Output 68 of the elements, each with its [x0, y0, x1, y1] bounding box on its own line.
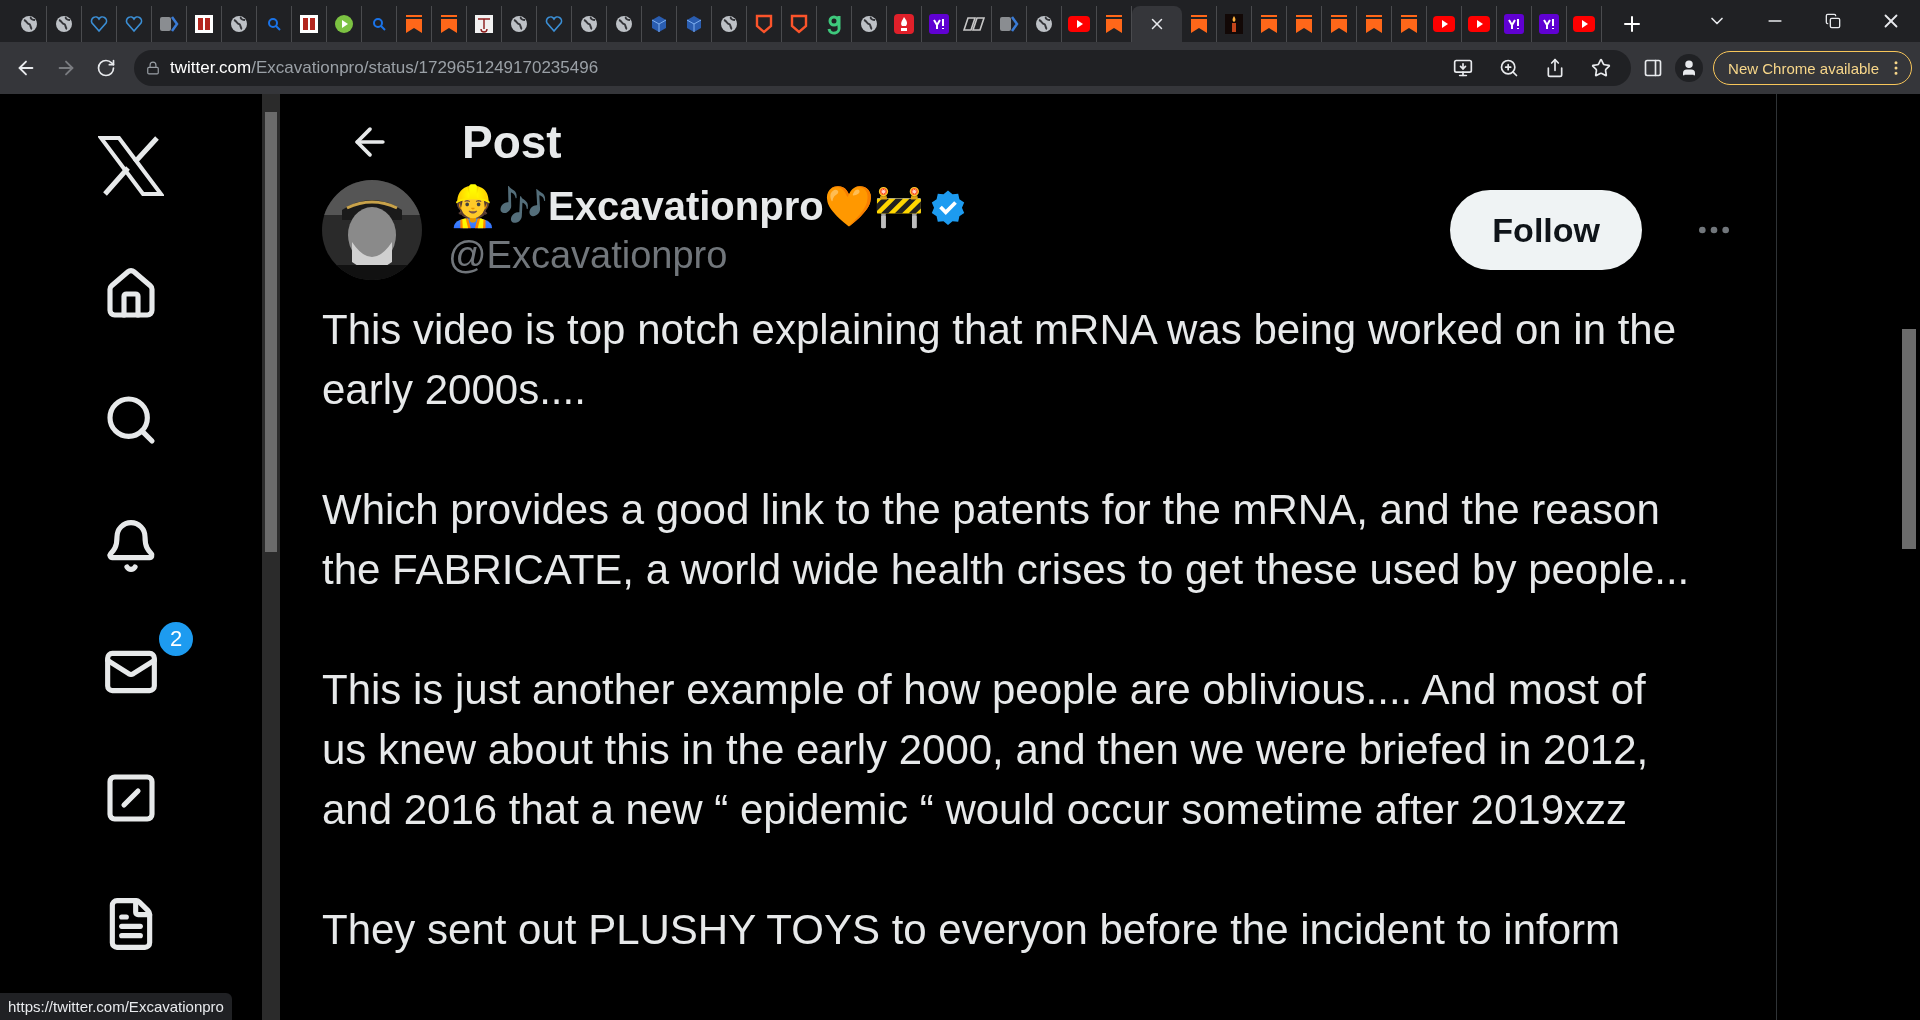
search-icon: [267, 17, 281, 31]
url-text: twitter.com/Excavationpro/status/1729651249170235496: [170, 58, 599, 78]
candle-icon: [1225, 14, 1243, 34]
cube-icon: [685, 15, 703, 33]
video-icon: [1573, 16, 1595, 32]
heart-icon: [90, 15, 108, 33]
bookmark-icon: [1105, 14, 1123, 34]
restore-icon[interactable]: [1825, 13, 1841, 29]
double-bar-icon: [300, 15, 318, 33]
post-paragraph: Which provides a good link to the patents for the mRNA, and the reason the FABRICATE, a world wide health crises to get these used by people...: [322, 485, 1691, 595]
reload-icon[interactable]: [96, 58, 116, 78]
globe-icon: [580, 15, 598, 33]
lock-icon: [146, 61, 160, 75]
globe-icon: [720, 15, 738, 33]
tag-icon: [159, 15, 179, 33]
cube-icon: [650, 15, 668, 33]
address-bar[interactable]: twitter.com/Excavationpro/status/1729651249170235496: [134, 50, 1632, 86]
post-paragraph: This is just another example of how people are oblivious.... And most of us knew about this in the early 2000, and then we were briefed in 2012, and 2016 that a new “ epidemic “ would occur sometime after 2019xzz: [322, 665, 1650, 835]
heart-icon: [125, 15, 143, 33]
double-bar-icon: [195, 15, 213, 33]
heart-icon: [545, 15, 563, 33]
globe-icon: [55, 15, 73, 33]
post-paragraph: This video is top notch explaining that mRNA was being worked on in the early 2000s....: [322, 305, 1678, 415]
unread-badge: 2: [157, 620, 195, 658]
flame-icon: [894, 14, 914, 34]
bookmark-icon: [1330, 14, 1348, 34]
share-icon[interactable]: [1545, 58, 1566, 78]
x-logo-icon[interactable]: [98, 136, 164, 196]
author-name[interactable]: 👷🎶Excavationpro🧡🚧: [448, 183, 924, 230]
update-button[interactable]: New Chrome available: [1713, 51, 1912, 85]
globe-icon: [615, 15, 633, 33]
bookmark-icon: [1295, 14, 1313, 34]
bookmark-icon: [1190, 14, 1208, 34]
globe-icon: [510, 15, 528, 33]
star-icon[interactable]: [1591, 58, 1612, 78]
slant-icon: [963, 16, 985, 32]
author-handle[interactable]: @Excavationpro: [448, 234, 1425, 277]
globe-icon: [860, 15, 878, 33]
shield-icon: [755, 14, 773, 34]
globe-icon: [230, 15, 248, 33]
tag-icon: [999, 15, 1019, 33]
hook-icon: [826, 13, 842, 35]
install-icon[interactable]: [1453, 58, 1474, 78]
video-icon: [1068, 16, 1090, 32]
search-icon: [372, 17, 386, 31]
link-preview-url: https://twitter.com/Excavationpro: [0, 993, 232, 1020]
side-panel-icon[interactable]: [1643, 58, 1664, 78]
y-logo-icon: [1504, 14, 1524, 34]
globe-icon: [20, 15, 38, 33]
bookmark-icon: [405, 14, 423, 34]
video-icon: [1433, 16, 1455, 32]
follow-button[interactable]: Follow: [1450, 190, 1642, 270]
y-logo-icon: [1539, 14, 1559, 34]
zoom-icon[interactable]: [1499, 58, 1520, 78]
shield-icon: [790, 14, 808, 34]
globe-icon: [1035, 15, 1053, 33]
bookmark-icon: [440, 14, 458, 34]
bookmark-icon: [1365, 14, 1383, 34]
play-icon: [334, 14, 354, 34]
post-paragraph: They sent out PLUSHY TOYS to everyon before the incident to inform: [322, 905, 1622, 955]
bookmark-icon: [1400, 14, 1418, 34]
sketch-icon: [475, 15, 493, 33]
bookmark-icon: [1260, 14, 1278, 34]
y-logo-icon: [929, 14, 949, 34]
profile-icon[interactable]: [1675, 54, 1704, 82]
video-icon: [1468, 16, 1490, 32]
page-title: Post: [462, 115, 562, 169]
scrollbar[interactable]: [262, 94, 280, 1020]
